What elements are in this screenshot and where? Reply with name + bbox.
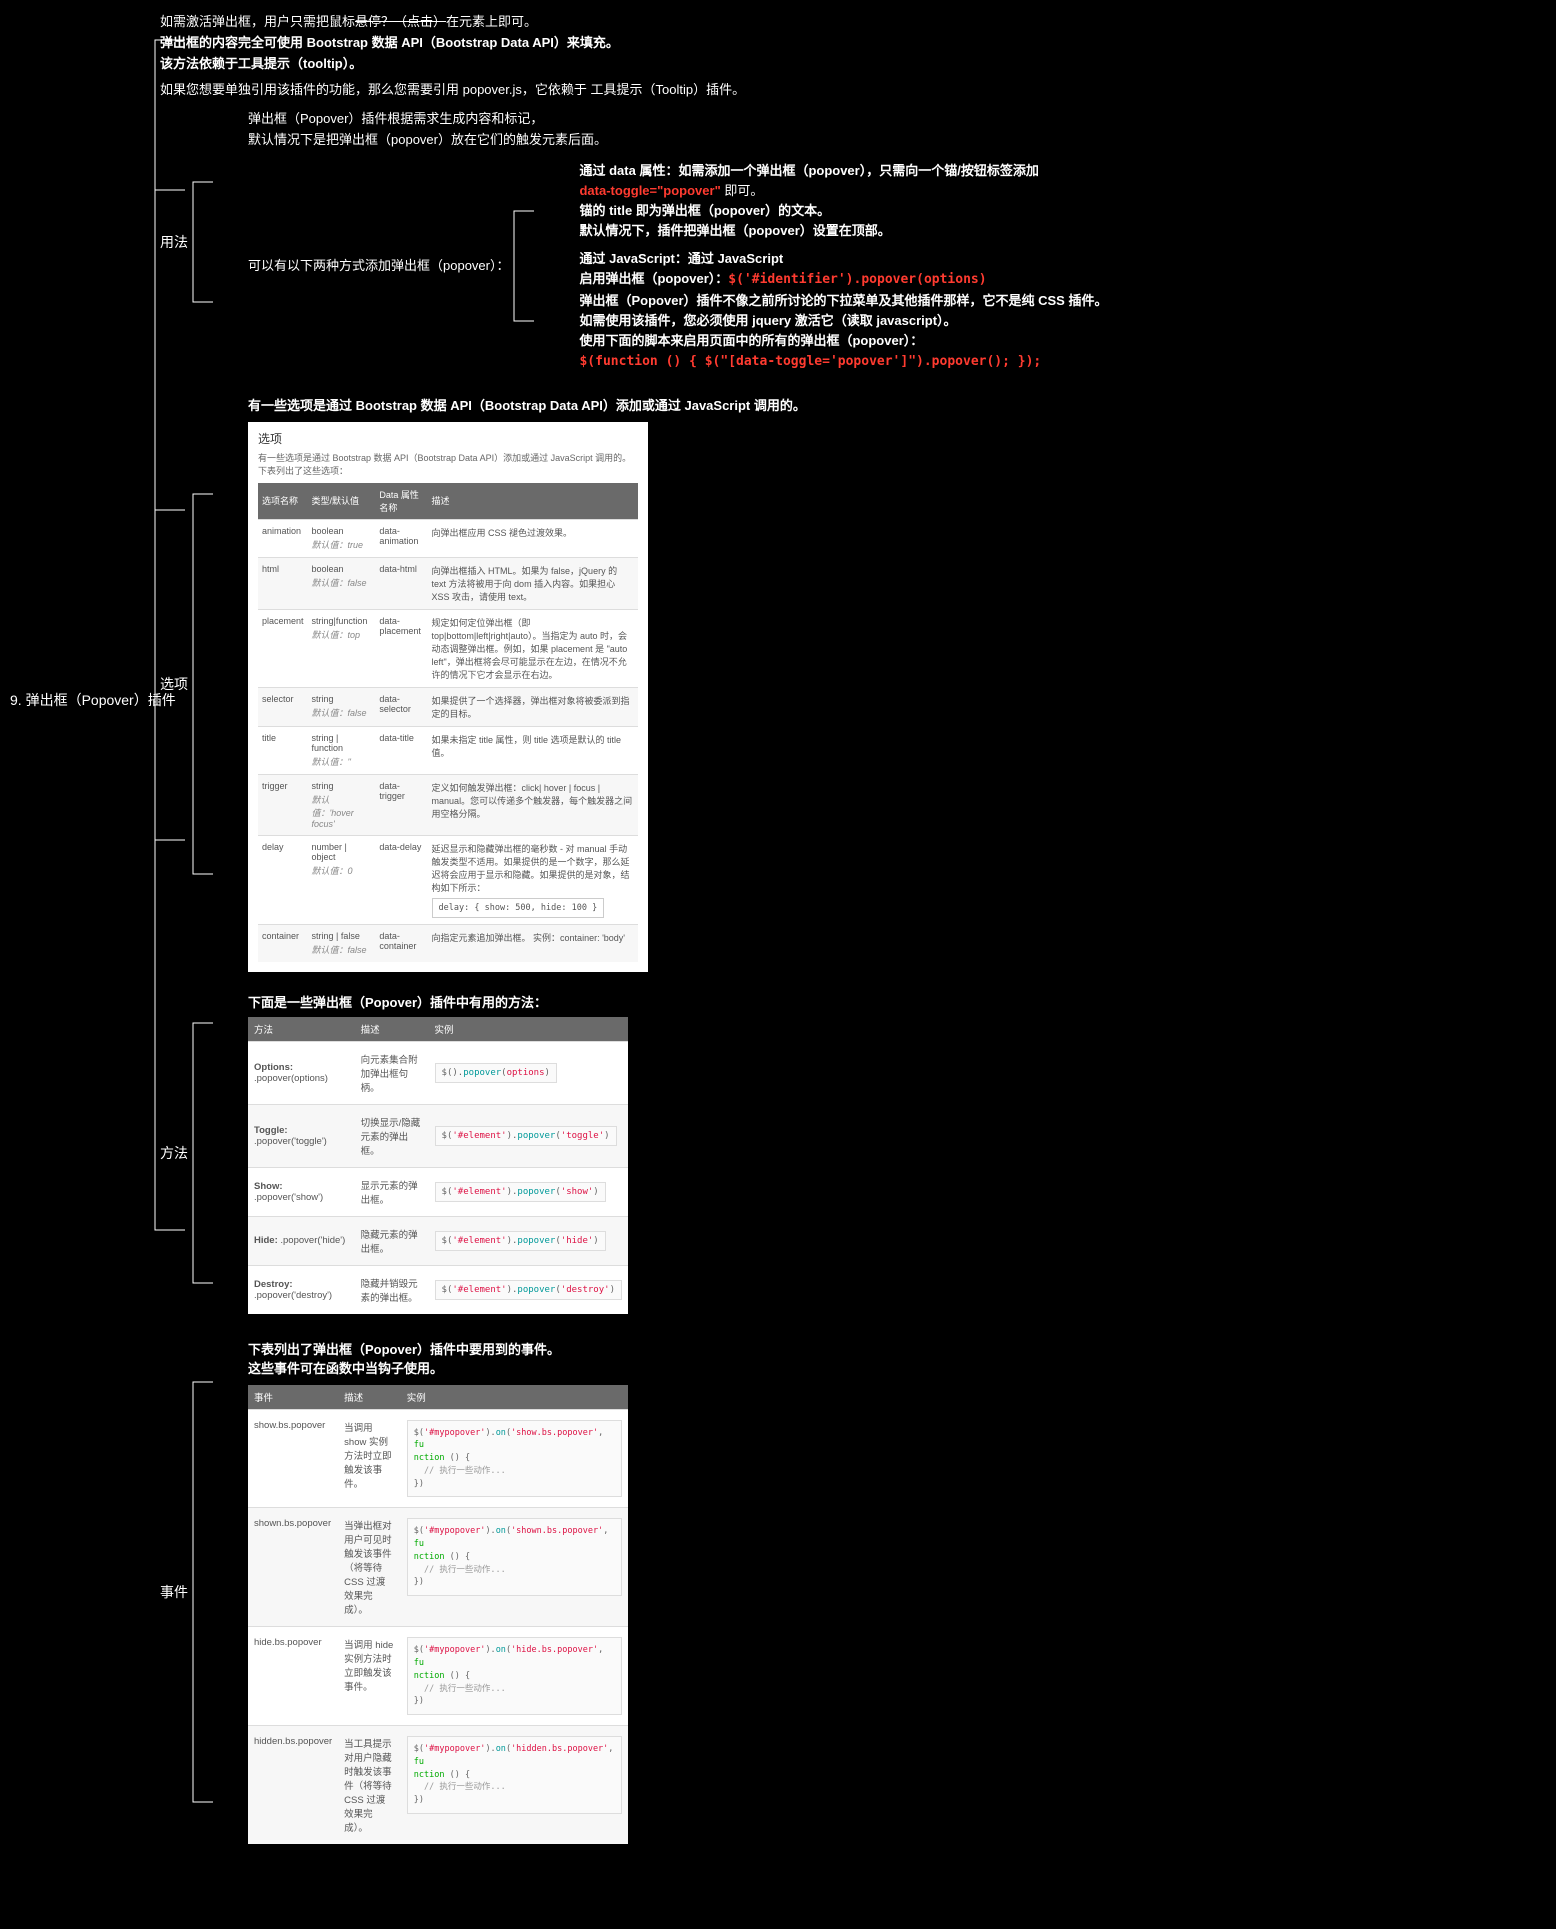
table-row: Options: .popover(options)向元素集合附加弹出框句柄。$… xyxy=(248,1041,628,1104)
table-row: htmlboolean默认值：falsedata-html向弹出框插入 HTML… xyxy=(258,557,638,609)
usage-block: 用法 弹出框（Popover）插件根据需求生成内容和标记， 默认情况下是把弹出框… xyxy=(160,109,1556,374)
intro-block: 如需激活弹出框，用户只需把鼠标悬停？（点击）在元素上即可。 弹出框的内容完全可使… xyxy=(160,10,1556,101)
options-panel-sub: 有一些选项是通过 Bootstrap 数据 API（Bootstrap Data… xyxy=(258,451,638,477)
table-row: triggerstring默认值：'hover focus'data-trigg… xyxy=(258,774,638,835)
mindmap-diagram: 9. 弹出框（Popover）插件 如需激活弹出框，用户只需把鼠标悬停？（点击）… xyxy=(0,0,1556,1884)
table-row: Hide: .popover('hide')隐藏元素的弹出框。$('#eleme… xyxy=(248,1216,628,1265)
usage-gen: 弹出框（Popover）插件根据需求生成内容和标记， 默认情况下是把弹出框（po… xyxy=(248,109,1107,151)
events-table-header: 实例 xyxy=(401,1385,628,1410)
table-row: shown.bs.popover当弹出框对用户可见时触发该事件（将等待 CSS … xyxy=(248,1508,628,1627)
methods-table: 方法描述实例 Options: .popover(options)向元素集合附加… xyxy=(248,1017,628,1314)
options-panel: 选项 有一些选项是通过 Bootstrap 数据 API（Bootstrap D… xyxy=(248,422,648,972)
table-row: Show: .popover('show')显示元素的弹出框。$('#eleme… xyxy=(248,1167,628,1216)
table-row: Toggle: .popover('toggle')切换显示/隐藏元素的弹出框。… xyxy=(248,1104,628,1167)
usage-data-attr: 通过 data 属性：如需添加一个弹出框（popover），只需向一个锚/按钮标… xyxy=(579,161,1107,242)
table-row: delaynumber | object默认值：0data-delay延迟显示和… xyxy=(258,835,638,924)
tree-connector-main xyxy=(150,20,190,1620)
intro-line-3: 该方法依赖于工具提示（tooltip）。 xyxy=(160,54,1556,75)
table-row: containerstring | false默认值：falsedata-con… xyxy=(258,924,638,962)
options-table-header: 描述 xyxy=(428,483,638,520)
options-table-header: 类型/默认值 xyxy=(308,483,376,520)
options-panel-title: 选项 xyxy=(258,430,638,447)
events-connector xyxy=(188,1372,218,1812)
intro-line-4: 如果您想要单独引用该插件的功能，那么您需要引用 popover.js，它依赖于 … xyxy=(160,80,1556,101)
methods-block: 方法 下面是一些弹出框（Popover）插件中有用的方法： 方法描述实例 Opt… xyxy=(160,992,1556,1314)
methods-panel: 方法描述实例 Options: .popover(options)向元素集合附加… xyxy=(248,1017,628,1314)
options-table-header: Data 属性名称 xyxy=(375,483,427,520)
events-table-header: 描述 xyxy=(338,1385,401,1410)
table-row: placementstring|function默认值：topdata-plac… xyxy=(258,609,638,687)
options-table-header: 选项名称 xyxy=(258,483,308,520)
table-row: Destroy: .popover('destroy')隐藏并销毁元素的弹出框。… xyxy=(248,1265,628,1314)
usage-connector xyxy=(188,172,218,312)
methods-connector xyxy=(188,1013,218,1293)
methods-table-header: 方法 xyxy=(248,1017,355,1042)
table-row: selectorstring默认值：falsedata-selector如果提供… xyxy=(258,687,638,726)
methods-intro: 下面是一些弹出框（Popover）插件中有用的方法： xyxy=(248,992,628,1011)
options-table: 选项名称类型/默认值Data 属性名称描述 animationboolean默认… xyxy=(258,483,638,962)
table-row: titlestring | function默认值：''data-title如果… xyxy=(258,726,638,774)
table-row: hide.bs.popover当调用 hide 实例方法时立即触发该事件。$('… xyxy=(248,1627,628,1726)
methods-table-header: 实例 xyxy=(429,1017,628,1042)
intro-line-1: 如需激活弹出框，用户只需把鼠标悬停？（点击）在元素上即可。 xyxy=(160,12,1556,33)
intro-line-2: 弹出框的内容完全可使用 Bootstrap 数据 API（Bootstrap D… xyxy=(160,33,1556,54)
table-row: hidden.bs.popover当工具提示对用户隐藏时触发该事件（将等待 CS… xyxy=(248,1726,628,1845)
events-table-header: 事件 xyxy=(248,1385,338,1410)
options-block: 选项 有一些选项是通过 Bootstrap 数据 API（Bootstrap D… xyxy=(160,396,1556,972)
table-row: animationboolean默认值：truedata-animation向弹… xyxy=(258,519,638,557)
two-ways-connector xyxy=(509,201,539,331)
events-panel: 事件描述实例 show.bs.popover当调用 show 实例方法时立即触发… xyxy=(248,1385,628,1845)
options-intro: 有一些选项是通过 Bootstrap 数据 API（Bootstrap Data… xyxy=(248,396,806,416)
events-table: 事件描述实例 show.bs.popover当调用 show 实例方法时立即触发… xyxy=(248,1385,628,1845)
methods-table-header: 描述 xyxy=(355,1017,429,1042)
options-connector xyxy=(188,484,218,884)
usage-javascript: 通过 JavaScript：通过 JavaScript 启用弹出框（popove… xyxy=(579,249,1107,372)
events-intro: 下表列出了弹出框（Popover）插件中要用到的事件。 这些事件可在函数中当钩子… xyxy=(248,1340,628,1379)
usage-two-ways: 可以有以下两种方式添加弹出框（popover）： xyxy=(248,256,509,277)
usage-two-ways-body: 通过 data 属性：如需添加一个弹出框（popover），只需向一个锚/按钮标… xyxy=(579,161,1107,372)
events-block: 事件 下表列出了弹出框（Popover）插件中要用到的事件。 这些事件可在函数中… xyxy=(160,1340,1556,1845)
table-row: show.bs.popover当调用 show 实例方法时立即触发该事件。$('… xyxy=(248,1409,628,1508)
